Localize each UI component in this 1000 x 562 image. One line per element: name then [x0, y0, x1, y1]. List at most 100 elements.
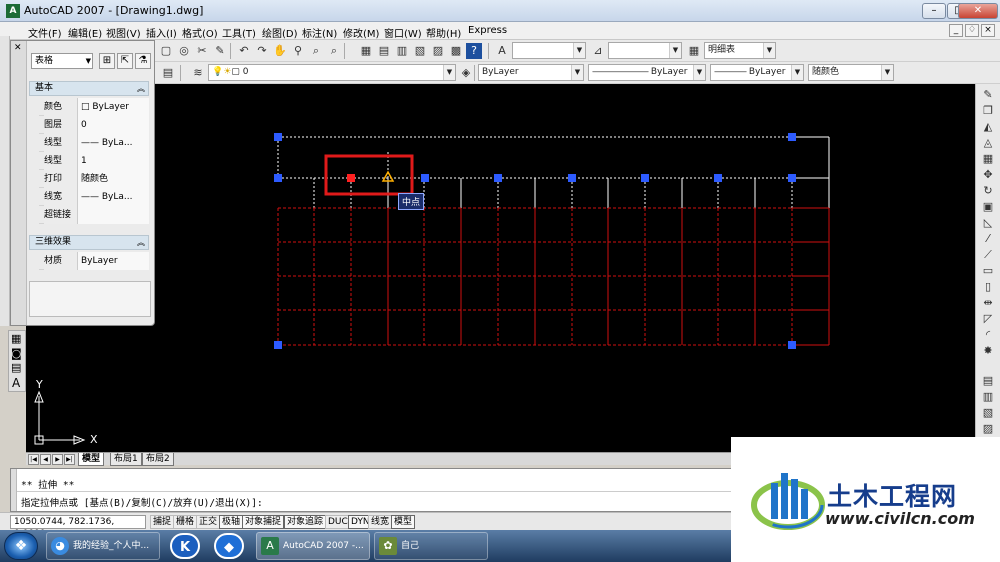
linetype-combo[interactable]: ——————— ByLayer ▼ — [588, 64, 706, 81]
break-at-point-icon[interactable]: ▯ — [980, 280, 996, 294]
prev-tab-icon[interactable]: ◀ — [40, 454, 51, 465]
snap-toggle[interactable]: 捕捉 — [150, 515, 175, 529]
plot-preview-icon[interactable]: ▢ — [158, 43, 174, 59]
taskbar-item-image[interactable]: ✿ 自己 — [374, 532, 488, 560]
join-icon[interactable]: ⇹ — [980, 296, 996, 310]
command-grip[interactable] — [11, 469, 17, 511]
tab-layout1[interactable]: 布局1 — [110, 453, 142, 466]
menu-tools[interactable]: 工具(T) — [222, 25, 256, 40]
menu-express[interactable]: Express — [468, 25, 507, 36]
taskbar-item-autocad[interactable]: A AutoCAD 2007 -... — [256, 532, 370, 560]
tab-layout2[interactable]: 布局2 — [142, 453, 174, 466]
doc-restore-button[interactable]: ♢ — [965, 24, 979, 37]
prop-row-plot-style[interactable]: 打印样...随颜色 — [39, 170, 149, 202]
pan-icon[interactable]: ✋ — [272, 43, 288, 59]
offset-icon[interactable]: ◬ — [980, 136, 996, 150]
tab-model[interactable]: 模型 — [78, 453, 105, 466]
copy-icon[interactable]: ❐ — [980, 104, 996, 118]
menu-window[interactable]: 窗口(W) — [384, 25, 422, 40]
layer-states-icon[interactable]: ≋ — [190, 65, 206, 81]
minimize-button[interactable]: – — [922, 3, 946, 19]
next-tab-icon[interactable]: ▶ — [52, 454, 63, 465]
dim-style-icon[interactable]: ⊿ — [590, 43, 606, 59]
coordinate-display[interactable]: 1050.0744, 782.1736, 0.0000 — [10, 515, 146, 539]
design-center-icon[interactable]: ▤ — [376, 43, 392, 59]
region-tool-icon[interactable]: ◙ — [11, 347, 22, 360]
prop-row-material[interactable]: 材质 ByLayer — [39, 252, 149, 270]
break-icon[interactable]: ▭ — [980, 264, 996, 278]
first-tab-icon[interactable]: |◀ — [28, 454, 39, 465]
move-icon[interactable]: ✥ — [980, 168, 996, 182]
object-type-select[interactable]: 表格 ▼ — [31, 53, 93, 69]
draw-order-back-icon[interactable]: ▥ — [980, 390, 996, 404]
tool-palettes-icon[interactable]: ▥ — [394, 43, 410, 59]
cut-icon[interactable]: ✂ — [194, 43, 210, 59]
mirror-icon[interactable]: ◭ — [980, 120, 996, 134]
stretch-icon[interactable]: ◺ — [980, 216, 996, 230]
prop-row-linetype-scale[interactable]: 线型比...1 — [39, 152, 149, 184]
otrack-toggle[interactable]: 对象追踪 — [284, 515, 327, 529]
quick-select-icon[interactable]: ⚗ — [135, 53, 151, 69]
grid-toggle[interactable]: 栅格 — [173, 515, 198, 529]
table-tool-icon[interactable]: ▦ — [11, 332, 21, 345]
hatch-tool-icon[interactable]: ▤ — [11, 361, 21, 374]
make-layer-current-icon[interactable]: ◈ — [458, 65, 474, 81]
osnap-toggle[interactable]: 对象捕捉 — [242, 515, 285, 529]
rotate-icon[interactable]: ↻ — [980, 184, 996, 198]
table-style-combo[interactable]: 明细表 ▼ — [704, 42, 776, 59]
lineweight-toggle[interactable]: 线宽 — [368, 515, 393, 529]
mtext-tool-icon[interactable]: A — [12, 376, 20, 390]
polar-toggle[interactable]: 极轴 — [219, 515, 244, 529]
prop-row-color[interactable]: 颜色 □ ByLayer — [39, 98, 149, 116]
menu-modify[interactable]: 修改(M) — [343, 25, 379, 40]
extend-icon[interactable]: ⟋ — [980, 248, 996, 262]
doc-close-button[interactable]: × — [981, 24, 995, 37]
lineweight-combo[interactable]: ———— ByLayer ▼ — [710, 64, 804, 81]
erase-icon[interactable]: ✎ — [980, 88, 996, 102]
autocad-app-icon[interactable]: A — [6, 4, 20, 18]
explode-icon[interactable]: ✸ — [980, 344, 996, 358]
command-prompt[interactable]: 指定拉伸点或 [基点(B)/复制(C)/放弃(U)/退出(X)]: — [21, 495, 263, 509]
menu-format[interactable]: 格式(O) — [182, 25, 218, 40]
model-toggle[interactable]: 模型 — [391, 515, 416, 529]
last-tab-icon[interactable]: ▶| — [64, 454, 75, 465]
menu-dimension[interactable]: 标注(N) — [302, 25, 337, 40]
start-button[interactable]: ❖ — [4, 532, 38, 560]
section-3d-effects[interactable]: 三维效果 ︽ — [29, 235, 149, 250]
zoom-window-icon[interactable]: ⌕ — [308, 43, 324, 59]
zoom-previous-icon[interactable]: ⌕ — [326, 43, 342, 59]
text-style-combo[interactable]: ▼ — [512, 42, 586, 59]
shield-icon[interactable]: ◆ — [214, 533, 244, 559]
calculator-icon[interactable]: ▩ — [448, 43, 464, 59]
prop-row-linetype[interactable]: 线型 —— ByLa... — [39, 134, 149, 152]
draw-order-above-icon[interactable]: ▧ — [980, 406, 996, 420]
color-combo[interactable]: ByLayer ▼ — [478, 64, 584, 81]
menu-file[interactable]: 文件(F) — [28, 25, 62, 40]
palette-title-strip[interactable]: ✕ — [11, 41, 27, 325]
zoom-realtime-icon[interactable]: ⚲ — [290, 43, 306, 59]
menu-insert[interactable]: 插入(I) — [146, 25, 177, 40]
close-button[interactable]: ✕ — [958, 3, 998, 19]
select-objects-icon[interactable]: ⇱ — [117, 53, 133, 69]
layer-manager-icon[interactable]: ▤ — [160, 65, 176, 81]
array-icon[interactable]: ▦ — [980, 152, 996, 166]
taskbar-item-browser[interactable]: ◕ 我的经验_个人中... — [46, 532, 160, 560]
menu-edit[interactable]: 编辑(E) — [68, 25, 102, 40]
undo-icon[interactable]: ↶ — [236, 43, 252, 59]
section-basic[interactable]: 基本 ︽ — [29, 81, 149, 96]
scale-icon[interactable]: ▣ — [980, 200, 996, 214]
markup-icon[interactable]: ▨ — [430, 43, 446, 59]
layer-combo[interactable]: 💡☀▢ 0 ▼ — [208, 64, 456, 81]
toggle-pickadd-icon[interactable]: ⊞ — [99, 53, 115, 69]
prop-row-hyperlink[interactable]: 超链接 — [39, 206, 149, 224]
kugou-icon[interactable]: K — [170, 533, 200, 559]
prop-row-lineweight[interactable]: 线宽 —— ByLa... — [39, 188, 149, 206]
menu-help[interactable]: 帮助(H) — [426, 25, 461, 40]
dim-style-combo[interactable]: ▼ — [608, 42, 682, 59]
sheet-set-icon[interactable]: ▧ — [412, 43, 428, 59]
help-icon[interactable]: ? — [466, 43, 482, 59]
trim-icon[interactable]: ⁄ — [980, 232, 996, 246]
text-style-icon[interactable]: A — [494, 43, 510, 59]
fillet-icon[interactable]: ◜ — [980, 328, 996, 342]
properties-icon[interactable]: ▦ — [358, 43, 374, 59]
